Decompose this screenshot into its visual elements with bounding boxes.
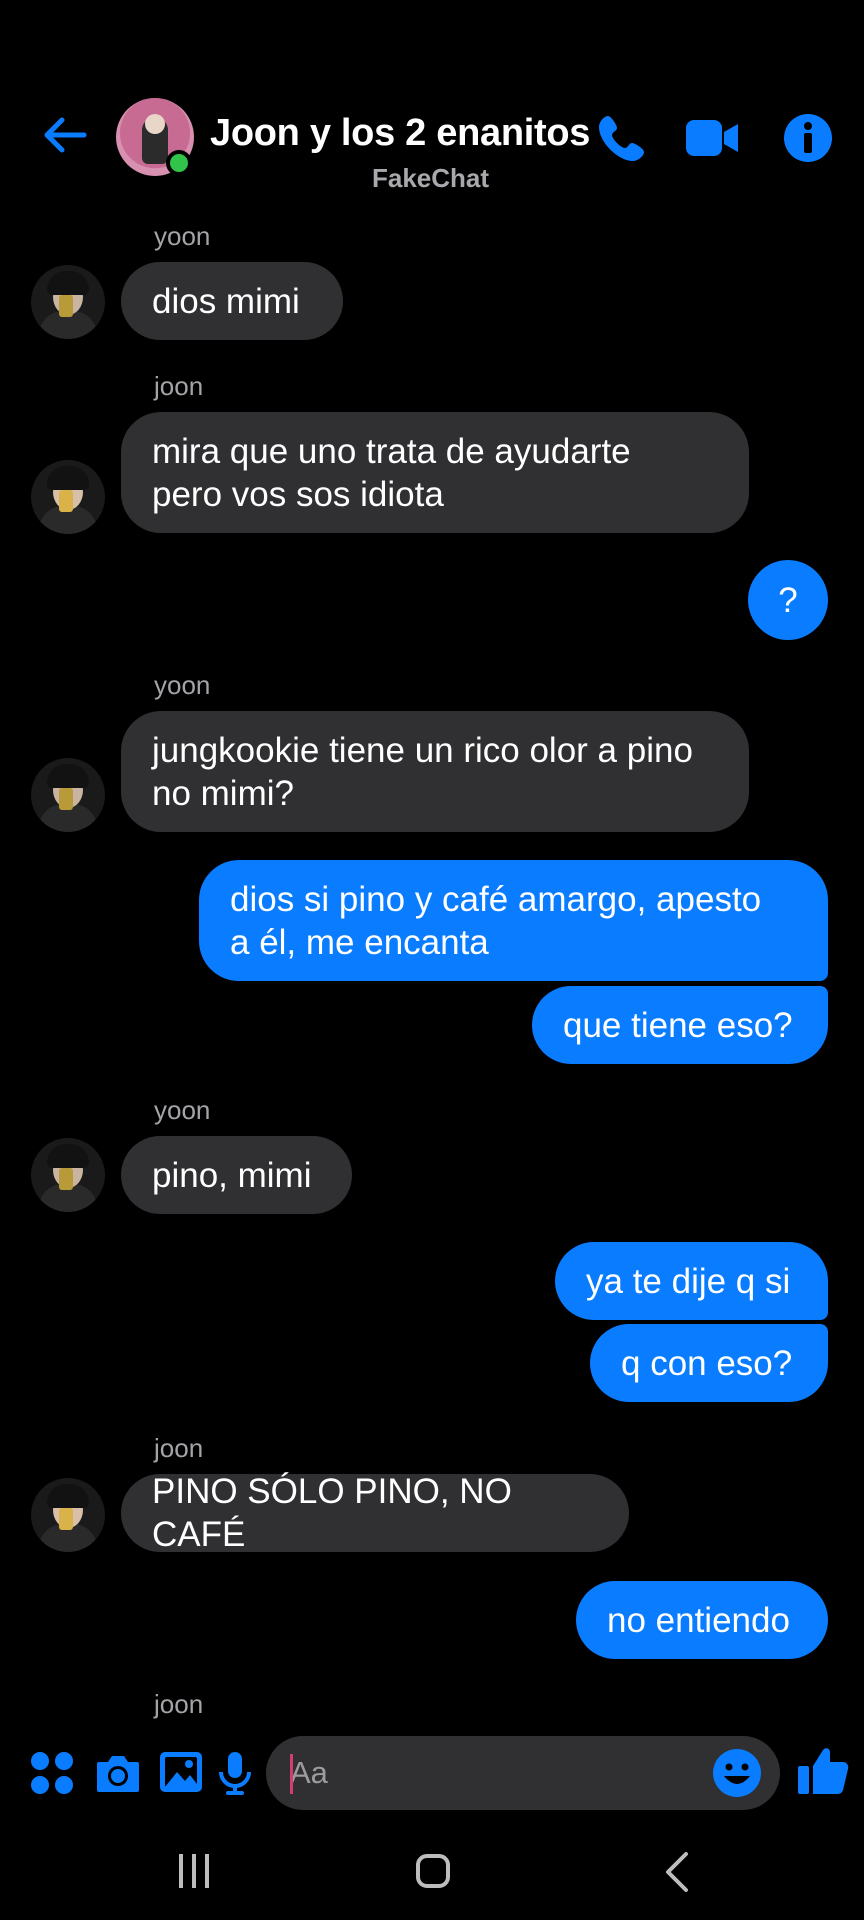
incoming-message[interactable]: mira que uno trata de ayudarte pero vos … xyxy=(121,412,749,533)
camera-icon[interactable] xyxy=(95,1750,141,1796)
chat-subtitle: FakeChat xyxy=(372,163,490,193)
avatar-yoon[interactable] xyxy=(31,265,105,339)
recent-apps-icon[interactable] xyxy=(164,1842,224,1902)
chat-header: Joon y los 2 enanitos FakeChat xyxy=(0,0,864,200)
outgoing-message[interactable]: que tiene eso? xyxy=(532,986,828,1064)
outgoing-message[interactable]: dios si pino y café amargo, apesto a él,… xyxy=(199,860,828,981)
sender-name: yoon xyxy=(154,221,211,251)
apps-grid-icon[interactable] xyxy=(29,1750,75,1796)
message-input[interactable] xyxy=(290,1736,710,1810)
home-icon[interactable] xyxy=(404,1842,464,1902)
outgoing-message[interactable]: ? xyxy=(748,560,828,640)
typing-sender-name: joon xyxy=(154,1689,204,1719)
back-icon[interactable] xyxy=(648,1842,708,1902)
arrow-left-icon[interactable] xyxy=(40,110,90,160)
avatar-joon[interactable] xyxy=(31,1478,105,1552)
incoming-message[interactable]: PINO SÓLO PINO, NO CAFÉ xyxy=(121,1472,629,1554)
info-icon[interactable] xyxy=(780,110,836,166)
sender-name: joon xyxy=(154,371,204,401)
phone-icon[interactable] xyxy=(594,110,650,166)
message-composer[interactable] xyxy=(266,1736,780,1810)
incoming-message[interactable]: pino, mimi xyxy=(121,1136,352,1214)
video-camera-icon[interactable] xyxy=(684,110,740,166)
avatar-joon[interactable] xyxy=(31,460,105,534)
text-cursor xyxy=(290,1754,293,1794)
gallery-icon[interactable] xyxy=(158,1748,204,1794)
incoming-message[interactable]: jungkookie tiene un rico olor a pino no … xyxy=(121,711,749,832)
sender-name: yoon xyxy=(154,670,211,700)
sender-name: joon xyxy=(154,1433,204,1463)
emoji-icon[interactable] xyxy=(712,1748,762,1798)
incoming-message[interactable]: dios mimi xyxy=(121,262,343,340)
avatar-yoon[interactable] xyxy=(31,1138,105,1212)
sender-name: yoon xyxy=(154,1095,211,1125)
microphone-icon[interactable] xyxy=(212,1750,258,1796)
avatar-yoon[interactable] xyxy=(31,758,105,832)
thumbs-up-icon[interactable] xyxy=(796,1744,850,1798)
outgoing-message[interactable]: ya te dije q si xyxy=(555,1242,828,1320)
outgoing-message[interactable]: no entiendo xyxy=(576,1581,828,1659)
chat-title[interactable]: Joon y los 2 enanitos xyxy=(210,112,590,155)
outgoing-message[interactable]: q con eso? xyxy=(590,1324,828,1402)
online-status-icon xyxy=(166,150,192,176)
